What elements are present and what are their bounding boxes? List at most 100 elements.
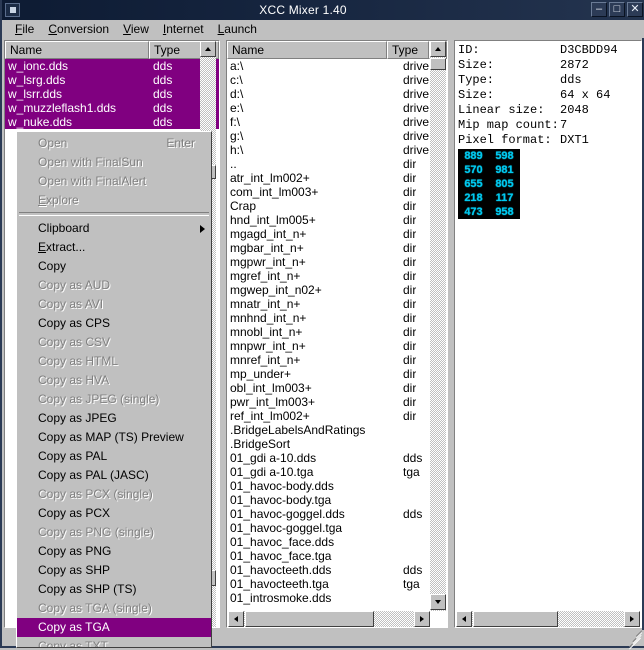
menu-item-clipboard[interactable]: Clipboard xyxy=(17,219,211,238)
menu-item-copy-as-pal-jasc[interactable]: Copy as PAL (JASC) xyxy=(17,466,211,485)
table-row[interactable]: 01_havoc-goggel.tga xyxy=(227,521,447,535)
table-row[interactable]: 01_gdi a-10.tgatga xyxy=(227,465,447,479)
table-row[interactable]: c:\drive xyxy=(227,73,447,87)
middle-scroll-thumb[interactable] xyxy=(430,58,446,70)
menu-item-open: OpenEnter xyxy=(17,134,211,153)
mid-col-name[interactable]: Name xyxy=(227,41,387,59)
mid-col-type[interactable]: Type xyxy=(387,41,429,59)
title-bar[interactable]: XCC Mixer 1.40 – □ ✕ xyxy=(2,0,644,20)
table-row[interactable]: mgwep_int_n02+dir xyxy=(227,283,447,297)
table-row[interactable]: mnhnd_int_n+dir xyxy=(227,311,447,325)
table-row[interactable]: f:\drive xyxy=(227,115,447,129)
info-horizontal-scrollbar[interactable] xyxy=(456,611,640,627)
menu-item-copy-as-jpeg[interactable]: Copy as JPEG xyxy=(17,409,211,428)
table-row[interactable]: w_nuke.ddsdds xyxy=(5,115,219,129)
table-row[interactable]: a:\drive xyxy=(227,59,447,73)
menu-item-label: Copy as PCX xyxy=(38,506,110,520)
middle-hscroll-thumb[interactable] xyxy=(245,611,374,627)
left-col-name[interactable]: Name xyxy=(5,41,149,59)
table-row[interactable]: .BridgeLabelsAndRatings xyxy=(227,423,447,437)
table-row[interactable]: e:\drive xyxy=(227,101,447,115)
menu-item-copy[interactable]: Copy xyxy=(17,257,211,276)
table-row[interactable]: mgref_int_n+dir xyxy=(227,269,447,283)
menu-item-copy-as-pcx[interactable]: Copy as PCX xyxy=(17,504,211,523)
table-row[interactable]: mp_under+dir xyxy=(227,367,447,381)
table-row[interactable]: ref_int_lm002+dir xyxy=(227,409,447,423)
menu-item-copy-as-tga[interactable]: Copy as TGA xyxy=(17,618,211,637)
left-col-type[interactable]: Type xyxy=(149,41,203,59)
table-row[interactable]: 01_havoc_face.tga xyxy=(227,549,447,563)
menu-item-copy-as-png[interactable]: Copy as PNG xyxy=(17,542,211,561)
maximize-button[interactable]: □ xyxy=(609,2,625,17)
middle-scroll-up-button[interactable] xyxy=(430,41,446,57)
mid-cell-type: dir xyxy=(403,339,416,353)
table-row[interactable]: atr_int_lm002+dir xyxy=(227,171,447,185)
menu-item-label: Copy as PCX (single) xyxy=(38,487,153,501)
middle-scroll-down-button[interactable] xyxy=(430,594,446,610)
table-row[interactable]: obl_int_lm003+dir xyxy=(227,381,447,395)
table-row[interactable]: hnd_int_lm005+dir xyxy=(227,213,447,227)
minimize-button[interactable]: – xyxy=(591,2,607,17)
table-row[interactable]: mnobl_int_n+dir xyxy=(227,325,447,339)
menu-item-copy-as-shp[interactable]: Copy as SHP xyxy=(17,561,211,580)
table-row[interactable]: mgagd_int_n+dir xyxy=(227,227,447,241)
table-row[interactable]: Crapdir xyxy=(227,199,447,213)
menu-item-extract[interactable]: Extract... xyxy=(17,238,211,257)
maximize-icon: □ xyxy=(610,2,624,17)
table-row[interactable]: 01_havocteeth.ddsdds xyxy=(227,563,447,577)
menu-item-copy-as-shp-ts[interactable]: Copy as SHP (TS) xyxy=(17,580,211,599)
texture-preview[interactable]: 889598570981655805218117473958 xyxy=(458,149,520,219)
info-row: ID:D3CBDD94 xyxy=(458,43,641,58)
table-row[interactable]: 01_havoc_face.dds xyxy=(227,535,447,549)
table-row[interactable]: w_lsrr.ddsdds xyxy=(5,87,219,101)
resize-grip[interactable] xyxy=(626,630,642,646)
table-row[interactable]: 01_havoc-body.dds xyxy=(227,479,447,493)
info-row: Size:2872 xyxy=(458,58,641,73)
menu-item-copy-as-pal[interactable]: Copy as PAL xyxy=(17,447,211,466)
mid-cell-name: mnref_int_n+ xyxy=(227,353,403,367)
menubar-item-conversion[interactable]: Conversion xyxy=(41,21,116,37)
table-row[interactable]: h:\drive xyxy=(227,143,447,157)
menu-item-copy-as-cps[interactable]: Copy as CPS xyxy=(17,314,211,333)
table-row[interactable]: mnpwr_int_n+dir xyxy=(227,339,447,353)
info-hscroll-thumb[interactable] xyxy=(473,611,558,627)
table-row[interactable]: g:\drive xyxy=(227,129,447,143)
table-row[interactable]: d:\drive xyxy=(227,87,447,101)
menubar-item-view[interactable]: View xyxy=(116,21,156,37)
mid-cell-name: mgwep_int_n02+ xyxy=(227,283,403,297)
table-row[interactable]: w_muzzleflash1.ddsdds xyxy=(5,101,219,115)
mid-cell-name: 01_gdi a-10.tga xyxy=(227,465,403,479)
mid-cell-type: dds xyxy=(403,451,422,465)
table-row[interactable]: mgpwr_int_n+dir xyxy=(227,255,447,269)
middle-vertical-scrollbar[interactable] xyxy=(430,41,446,611)
left-scroll-up-button[interactable] xyxy=(200,41,216,57)
table-row[interactable]: pwr_int_lm003+dir xyxy=(227,395,447,409)
table-row[interactable]: 01_havoc-body.tga xyxy=(227,493,447,507)
close-button[interactable]: ✕ xyxy=(627,2,643,17)
minimize-icon: – xyxy=(592,2,606,17)
menu-item-copy-as-map-ts-preview[interactable]: Copy as MAP (TS) Preview xyxy=(17,428,211,447)
table-row[interactable]: 01_introsmoke.dds xyxy=(227,591,447,605)
table-row[interactable]: mnatr_int_n+dir xyxy=(227,297,447,311)
table-row[interactable]: 01_havoc-goggel.ddsdds xyxy=(227,507,447,521)
table-row[interactable]: w_ionc.ddsdds xyxy=(5,59,219,73)
menubar-item-launch[interactable]: Launch xyxy=(211,21,264,37)
info-scroll-right-button[interactable] xyxy=(624,611,640,627)
table-row[interactable]: w_lsrg.ddsdds xyxy=(5,73,219,87)
middle-list-rows: a:\drivec:\drived:\drivee:\drivef:\drive… xyxy=(227,59,447,605)
info-scroll-left-button[interactable] xyxy=(456,611,472,627)
table-row[interactable]: mnref_int_n+dir xyxy=(227,353,447,367)
middle-horizontal-scrollbar[interactable] xyxy=(228,611,430,627)
table-row[interactable]: ..dir xyxy=(227,157,447,171)
middle-scroll-left-button[interactable] xyxy=(228,611,244,627)
table-row[interactable]: 01_gdi a-10.ddsdds xyxy=(227,451,447,465)
table-row[interactable]: 01_havocteeth.tgatga xyxy=(227,577,447,591)
middle-scroll-right-button[interactable] xyxy=(414,611,430,627)
table-row[interactable]: com_int_lm003+dir xyxy=(227,185,447,199)
table-row[interactable]: .BridgeSort xyxy=(227,437,447,451)
menu-item-label: Copy as PNG xyxy=(38,544,111,558)
menubar-item-file[interactable]: File xyxy=(8,21,41,37)
menubar-item-internet[interactable]: Internet xyxy=(156,21,211,37)
table-row[interactable]: mgbar_int_n+dir xyxy=(227,241,447,255)
menu-item-label: Copy as CPS xyxy=(38,316,110,330)
